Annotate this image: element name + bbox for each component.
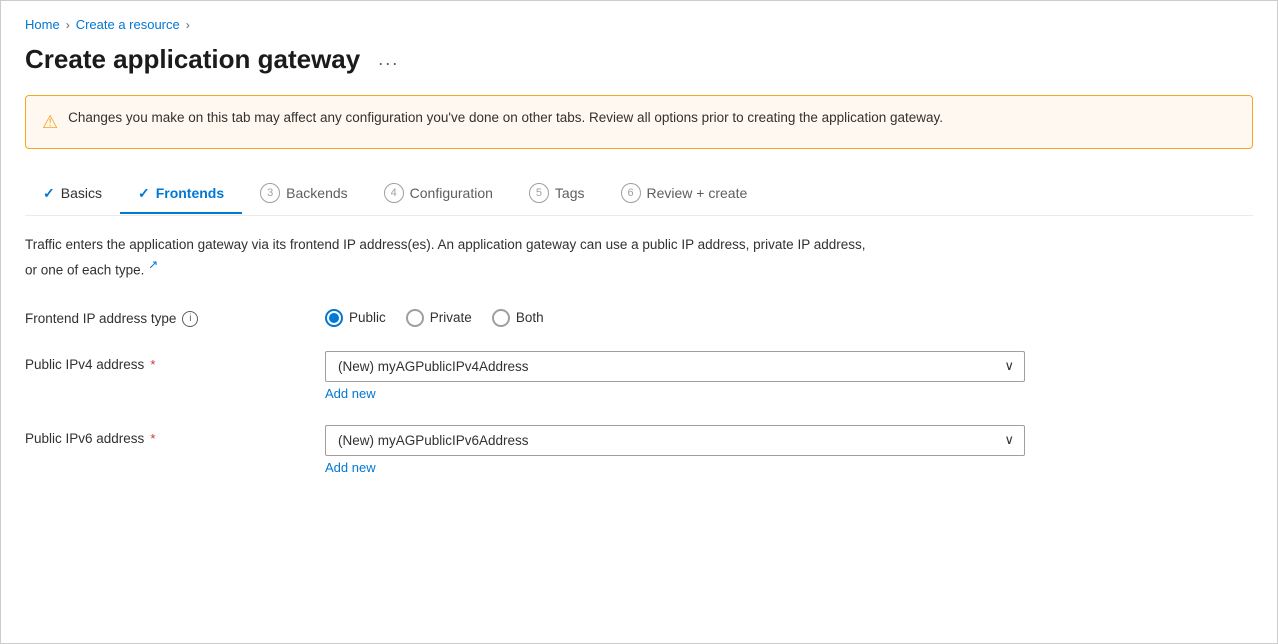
tab-review-create[interactable]: 6 Review + create: [603, 173, 766, 215]
info-external-link[interactable]: ↗: [148, 262, 158, 277]
frontend-ip-label-text: Frontend IP address type: [25, 311, 176, 326]
radio-public-input[interactable]: [325, 309, 343, 327]
tab-tags-label: Tags: [555, 185, 585, 201]
tabs-row: ✓ Basics ✓ Frontends 3 Backends 4 Config…: [25, 173, 1253, 216]
tab-basics-label: Basics: [61, 185, 102, 201]
breadcrumb-create-resource[interactable]: Create a resource: [76, 17, 180, 32]
frontend-ip-radio-group: Public Private Both: [325, 305, 1253, 327]
tab-review-create-label: Review + create: [647, 185, 748, 201]
public-ipv4-label: Public IPv4 address *: [25, 351, 325, 372]
frontends-check-icon: ✓: [138, 185, 150, 202]
public-ipv6-value: (New) myAGPublicIPv6Address: [338, 433, 529, 448]
public-ipv4-dropdown-wrapper: (New) myAGPublicIPv4Address ∨: [325, 351, 1025, 382]
public-ipv4-value: (New) myAGPublicIPv4Address: [338, 359, 529, 374]
info-text: Traffic enters the application gateway v…: [25, 234, 875, 281]
public-ipv4-row: Public IPv4 address * (New) myAGPublicIP…: [25, 351, 1253, 401]
breadcrumb-sep-2: ›: [186, 18, 190, 32]
public-ipv6-dropdown-arrow: ∨: [1004, 432, 1014, 448]
external-link-icon: ↗: [148, 258, 158, 272]
tab-configuration-label: Configuration: [410, 185, 493, 201]
ellipsis-button[interactable]: ...: [372, 47, 405, 72]
radio-public[interactable]: Public: [325, 309, 386, 327]
tags-step-circle: 5: [529, 183, 549, 203]
frontend-ip-info-icon[interactable]: i: [182, 311, 198, 327]
radio-both-input[interactable]: [492, 309, 510, 327]
radio-both[interactable]: Both: [492, 309, 544, 327]
review-step-circle: 6: [621, 183, 641, 203]
tab-backends-label: Backends: [286, 185, 347, 201]
frontend-ip-row: Frontend IP address type i Public Privat…: [25, 305, 1253, 327]
tab-backends[interactable]: 3 Backends: [242, 173, 365, 215]
configuration-step-circle: 4: [384, 183, 404, 203]
frontend-ip-label: Frontend IP address type i: [25, 305, 325, 327]
tab-basics[interactable]: ✓ Basics: [25, 175, 120, 214]
warning-text: Changes you make on this tab may affect …: [68, 108, 943, 128]
public-ipv6-required: *: [150, 431, 155, 446]
radio-both-label: Both: [516, 310, 544, 325]
breadcrumb: Home › Create a resource ›: [25, 17, 1253, 32]
public-ipv4-required: *: [150, 357, 155, 372]
public-ipv6-add-new[interactable]: Add new: [325, 460, 376, 475]
breadcrumb-home[interactable]: Home: [25, 17, 60, 32]
warning-icon: ⚠: [42, 109, 58, 136]
tab-configuration[interactable]: 4 Configuration: [366, 173, 511, 215]
radio-public-label: Public: [349, 310, 386, 325]
warning-banner: ⚠ Changes you make on this tab may affec…: [25, 95, 1253, 149]
public-ipv6-label-text: Public IPv6 address: [25, 431, 144, 446]
tab-frontends-label: Frontends: [156, 185, 224, 201]
basics-check-icon: ✓: [43, 185, 55, 202]
frontend-ip-control: Public Private Both: [325, 305, 1253, 327]
radio-private-input[interactable]: [406, 309, 424, 327]
public-ipv4-dropdown-arrow: ∨: [1004, 358, 1014, 374]
tab-tags[interactable]: 5 Tags: [511, 173, 603, 215]
page-title-row: Create application gateway ...: [25, 44, 1253, 75]
public-ipv4-add-new[interactable]: Add new: [325, 386, 376, 401]
public-ipv6-dropdown-wrapper: (New) myAGPublicIPv6Address ∨: [325, 425, 1025, 456]
public-ipv4-label-text: Public IPv4 address: [25, 357, 144, 372]
public-ipv4-control: (New) myAGPublicIPv4Address ∨ Add new: [325, 351, 1253, 401]
breadcrumb-sep-1: ›: [66, 18, 70, 32]
tab-frontends[interactable]: ✓ Frontends: [120, 175, 242, 214]
public-ipv6-control: (New) myAGPublicIPv6Address ∨ Add new: [325, 425, 1253, 475]
radio-private[interactable]: Private: [406, 309, 472, 327]
form-section: Frontend IP address type i Public Privat…: [25, 305, 1253, 475]
backends-step-circle: 3: [260, 183, 280, 203]
public-ipv4-dropdown[interactable]: (New) myAGPublicIPv4Address ∨: [325, 351, 1025, 382]
public-ipv6-dropdown[interactable]: (New) myAGPublicIPv6Address ∨: [325, 425, 1025, 456]
radio-private-label: Private: [430, 310, 472, 325]
public-ipv6-row: Public IPv6 address * (New) myAGPublicIP…: [25, 425, 1253, 475]
page-title: Create application gateway: [25, 44, 360, 75]
public-ipv6-label: Public IPv6 address *: [25, 425, 325, 446]
